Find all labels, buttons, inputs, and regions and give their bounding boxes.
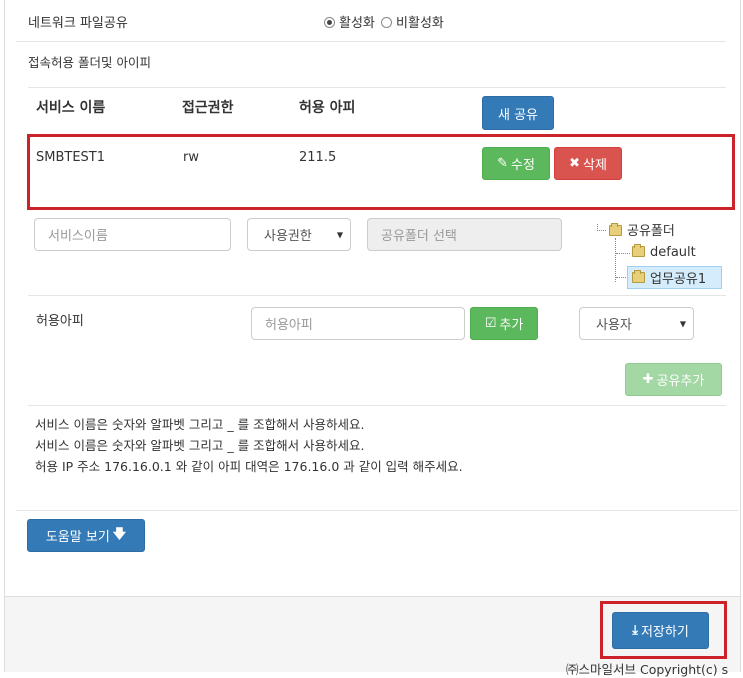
save-button-label: 저장하기 <box>640 625 689 640</box>
tree-connector <box>615 238 617 282</box>
copyright-text: ㈜스마일서브 Copyright(c) s <box>566 662 729 677</box>
network-share-label: 네트워크 파일공유 <box>28 16 128 31</box>
tree-item-default[interactable]: default <box>632 244 696 260</box>
radio-enable[interactable]: 활성화 <box>324 16 375 31</box>
row-service-name: SMBTEST1 <box>36 150 106 165</box>
help-line: 서비스 이름은 숫자와 알파벳 그리고 _ 를 조합해서 사용하세요. <box>35 417 365 432</box>
delete-button[interactable]: ✖ 삭제 <box>554 147 622 180</box>
help-line: 허용 IP 주소 176.16.0.1 와 같이 아피 대역은 176.16.0… <box>35 459 463 474</box>
divider <box>16 41 726 42</box>
row-access: rw <box>183 150 199 165</box>
add-ip-button-label: 추가 <box>499 318 524 333</box>
edit-button[interactable]: ✎ 수정 <box>482 147 550 180</box>
folder-icon <box>632 244 645 257</box>
row-highlight-box <box>27 134 735 210</box>
x-icon: ✖ <box>569 156 580 171</box>
help-line: 서비스 이름은 숫자와 알파벳 그리고 _ 를 조합해서 사용하세요. <box>35 438 365 453</box>
tree-root-label: 공유폴더 <box>627 224 675 239</box>
divider <box>28 87 726 88</box>
delete-button-label: 삭제 <box>582 158 607 173</box>
user-select-value: 사용자 <box>596 318 632 333</box>
add-ip-button[interactable]: ☑ 추가 <box>470 307 538 340</box>
network-share-radio-group: 활성화 비활성화 <box>324 12 444 31</box>
folder-icon <box>609 223 622 236</box>
tree-item-label: default <box>650 245 696 260</box>
share-add-button[interactable]: ✚ 공유추가 <box>625 363 722 396</box>
tree-root[interactable]: 공유폴더 <box>609 220 675 239</box>
divider <box>16 510 738 511</box>
download-arrow-icon: 🡇 <box>112 526 127 542</box>
help-text: 서비스 이름은 숫자와 알파벳 그리고 _ 를 조합해서 사용하세요. 서비스 … <box>35 414 463 477</box>
row-ip: 211.5 <box>299 150 337 165</box>
tree-connector <box>616 253 630 255</box>
folder-select-input[interactable]: 공유폴더 선택 <box>367 218 562 251</box>
plus-icon: ✚ <box>642 372 654 387</box>
download-icon: ⤓ <box>632 623 638 638</box>
help-button-label: 도움말 보기 <box>45 530 110 545</box>
new-share-button[interactable]: 새 공유 <box>482 96 554 130</box>
permission-select-value: 사용권한 <box>264 229 312 244</box>
allowed-section-label: 접속허용 폴더및 아이피 <box>28 55 151 70</box>
col-header-service: 서비스 이름 <box>36 100 106 116</box>
tree-item-selected[interactable]: 업무공유1 <box>627 266 722 289</box>
ip-label: 허용아피 <box>36 314 84 329</box>
col-header-access: 접근권한 <box>182 100 234 116</box>
tree-connector <box>616 277 626 279</box>
check-square-icon: ☑ <box>484 316 497 331</box>
caret-down-icon: ▼ <box>679 319 686 328</box>
radio-disable-icon <box>381 17 393 28</box>
folder-icon <box>632 270 645 283</box>
edit-button-label: 수정 <box>510 158 535 173</box>
radio-enable-icon <box>324 17 335 28</box>
radio-disable[interactable]: 비활성화 <box>381 16 444 31</box>
save-button[interactable]: ⤓ 저장하기 <box>612 612 709 649</box>
user-select[interactable]: 사용자 ▼ <box>579 307 694 340</box>
radio-enable-label: 활성화 <box>339 16 375 31</box>
divider <box>28 295 726 296</box>
service-name-input[interactable]: 서비스이름 <box>34 218 231 251</box>
divider <box>28 405 726 406</box>
col-header-ip: 허용 아피 <box>299 100 356 116</box>
radio-disable-label: 비활성화 <box>396 16 444 31</box>
share-add-button-label: 공유추가 <box>656 374 705 389</box>
pencil-icon: ✎ <box>497 156 508 171</box>
tree-connector <box>597 224 606 231</box>
permission-select[interactable]: 사용권한 ▼ <box>247 218 351 251</box>
help-button[interactable]: 도움말 보기 🡇 <box>27 519 145 552</box>
caret-down-icon: ▼ <box>336 230 343 239</box>
ip-input[interactable]: 허용아피 <box>251 307 465 340</box>
tree-item-label: 업무공유1 <box>650 272 707 287</box>
